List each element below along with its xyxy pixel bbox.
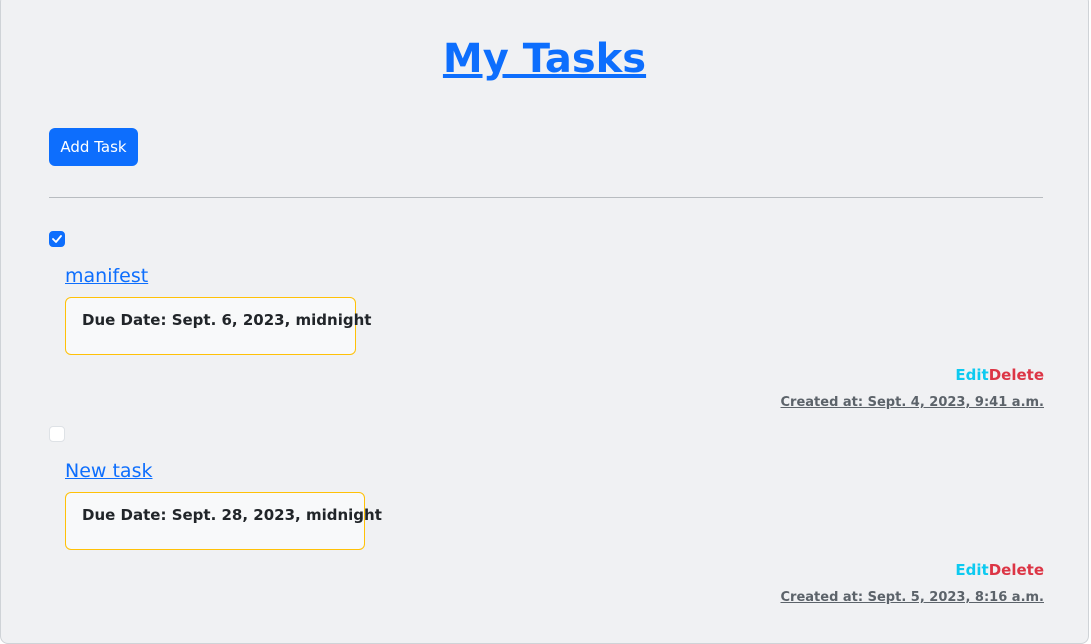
task-panel: My Tasks Add Task manifest Due Date: Sep… <box>0 0 1089 644</box>
due-date-value: Sept. 28, 2023, midnight <box>171 506 382 524</box>
task-item: manifest Due Date: Sept. 6, 2023, midnig… <box>49 231 1044 426</box>
created-at-text: Created at: Sept. 5, 2023, 8:16 a.m. <box>780 590 1045 605</box>
due-date-value: Sept. 6, 2023, midnight <box>171 311 372 329</box>
task-item: New task Due Date: Sept. 28, 2023, midni… <box>49 426 1044 621</box>
task-complete-checkbox[interactable] <box>49 426 65 442</box>
page-title[interactable]: My Tasks <box>1 39 1088 79</box>
due-date-box: Due Date: Sept. 28, 2023, midnight <box>65 492 382 550</box>
task-complete-checkbox[interactable] <box>49 231 65 247</box>
due-date-label: Due Date: <box>82 311 167 329</box>
due-date-box: Due Date: Sept. 6, 2023, midnight <box>65 297 371 355</box>
delete-link[interactable]: Delete <box>989 561 1044 579</box>
task-title-link[interactable]: New task <box>65 460 152 483</box>
edit-link[interactable]: Edit <box>955 366 988 384</box>
delete-link[interactable]: Delete <box>989 366 1044 384</box>
task-actions: EditDelete <box>955 561 1044 579</box>
task-title-link[interactable]: manifest <box>65 265 148 288</box>
created-at-text: Created at: Sept. 4, 2023, 9:41 a.m. <box>780 395 1045 410</box>
checkmark-icon <box>52 235 62 243</box>
task-actions: EditDelete <box>955 366 1044 384</box>
add-task-button[interactable]: Add Task <box>49 128 138 166</box>
due-date-label: Due Date: <box>82 506 167 524</box>
edit-link[interactable]: Edit <box>955 561 988 579</box>
divider <box>49 197 1043 198</box>
